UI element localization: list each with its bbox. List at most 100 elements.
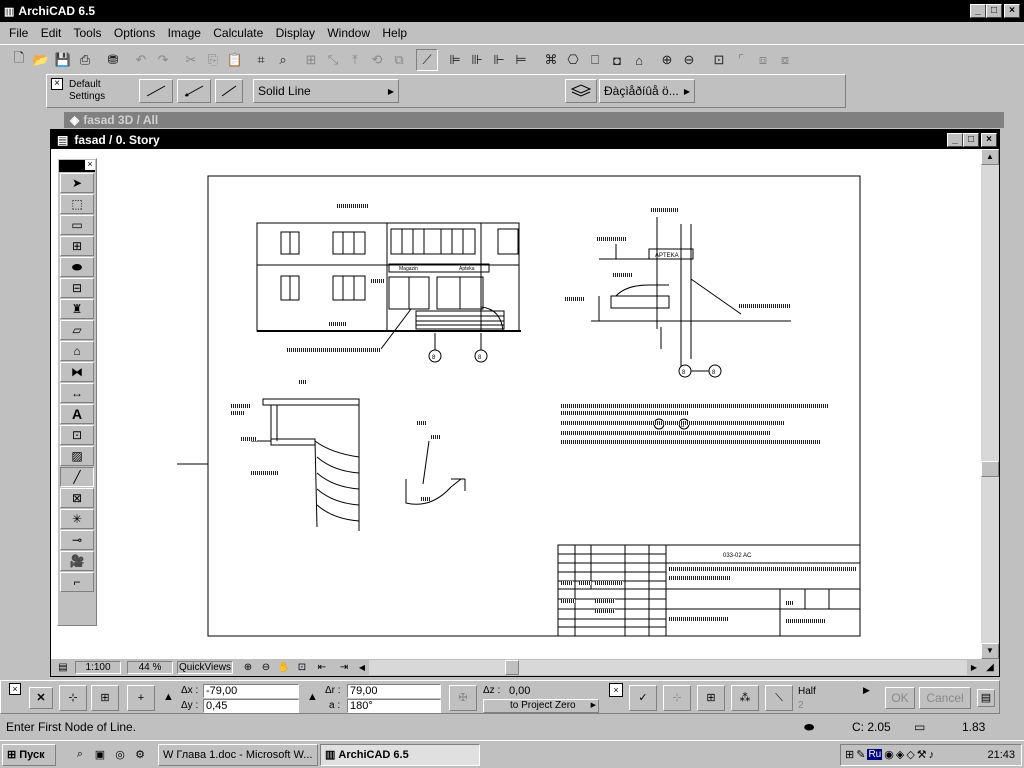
previous-zoom-icon[interactable]: ⇤ [311,662,333,673]
grid-icon[interactable]: ⌗ [250,49,272,71]
doc-minimize-button[interactable]: _ [947,132,963,147]
roof-tool-icon[interactable]: ⌂ [60,341,94,361]
find-icon[interactable]: ⌕ [272,49,294,71]
snap-magic-icon[interactable]: ⁂ [731,685,759,711]
magic-wand-icon[interactable]: ⟋ [416,49,438,71]
dz-value[interactable]: 0,00 [509,685,530,697]
zoom-in-icon[interactable]: ⊕ [239,662,257,673]
menu-file[interactable]: File [9,26,28,40]
scale-field[interactable]: 1:100 [75,661,121,674]
quicklaunch-explorer-icon[interactable]: ⌕ [70,748,90,761]
menu-display[interactable]: Display [276,26,315,40]
ok-button[interactable]: OK [885,687,915,709]
half-snap-icon[interactable]: ⟍ [765,685,793,711]
stair-tool-icon[interactable]: ⌐ [60,572,94,592]
control-box-close-icon[interactable]: × [9,683,21,695]
next-zoom-icon[interactable]: ⇥ [333,662,355,673]
hotspot-tool-icon[interactable]: ✳ [60,509,94,529]
paste-icon[interactable]: 📋 [224,49,246,71]
3d-view-icon[interactable]: ⌘ [540,49,562,71]
drag-icon[interactable]: ⤡ [322,49,344,71]
start-button[interactable]: ⊞ Пуск [2,743,56,766]
ruler-icon[interactable]: ▤ [51,662,75,673]
mesh-tool-icon[interactable]: ⧓ [60,362,94,382]
doc-maximize-button[interactable]: □ [963,132,979,147]
tray-volume-icon[interactable]: ◇ [906,748,914,761]
photo-icon[interactable]: ⌂ [628,49,650,71]
line-type-select[interactable]: Solid Line ▶ [253,79,399,103]
object-tool-icon[interactable]: ♜ [60,299,94,319]
quicklaunch-ie-icon[interactable]: ◎ [110,748,130,761]
scroll-left-icon[interactable]: ◀ [355,663,369,672]
plot-icon[interactable]: ⛃ [102,49,124,71]
open-icon[interactable]: 📂 [30,49,52,71]
close-button[interactable]: × [1004,4,1020,18]
horizontal-scroll-thumb[interactable] [505,660,519,675]
slab-tool-icon[interactable]: ▱ [60,320,94,340]
zoom-field[interactable]: 44 % [127,661,173,674]
quicklaunch-app-icon[interactable]: ⚙ [130,748,150,761]
menu-calculate[interactable]: Calculate [213,26,263,40]
dy-field[interactable]: 0,45 [203,699,299,713]
fit-window-icon[interactable]: ⊡ [708,49,730,71]
minimize-button[interactable]: _ [970,4,986,18]
cancel-button[interactable]: Cancel [919,687,971,709]
doc-close-button[interactable]: × [981,132,997,147]
settings-icon[interactable]: ⧇ [774,49,796,71]
task-archicad[interactable]: ▥ ArchiCAD 6.5 [320,743,480,766]
dr-field[interactable]: 79,00 [347,684,441,698]
dx-field[interactable]: -79,00 [203,684,299,698]
project-zero-select[interactable]: to Project Zero ▶ [483,699,599,713]
tray-sound-icon[interactable]: ♪ [929,749,935,761]
relative-construction-icon[interactable]: ✕ [29,687,53,709]
line-tool-icon[interactable]: ╱ [60,467,94,487]
quickviews-button[interactable]: QuickViews [177,661,233,674]
camera-tool-icon[interactable]: 🎥 [60,551,94,571]
zoom-in-icon[interactable]: ⊕ [656,49,678,71]
undo-icon[interactable]: ↶ [130,49,152,71]
snap-grid-icon[interactable]: ⊞ [697,685,725,711]
snap-close-icon[interactable]: × [609,683,623,697]
fit-in-window-icon[interactable]: ⊡ [293,662,311,673]
label-tool-icon[interactable]: ⊡ [60,425,94,445]
line-geometry-button[interactable] [215,79,243,103]
render-icon[interactable]: ◘ [606,49,628,71]
toolbox-close-icon[interactable]: × [85,160,95,170]
angle-field[interactable]: 180° [347,699,441,713]
text-tool-icon[interactable]: A [60,404,94,424]
menu-help[interactable]: Help [382,26,407,40]
pan-icon[interactable]: ✋ [275,662,293,673]
redo-icon[interactable]: ↷ [152,49,174,71]
mirror-icon[interactable]: ⧉ [388,49,410,71]
cut-icon[interactable]: ✂ [180,49,202,71]
zoom-out-icon[interactable]: ⊖ [257,662,275,673]
layers-icon[interactable]: ⧈ [752,49,774,71]
snap-check-icon[interactable]: ✓ [629,685,657,711]
menu-image[interactable]: Image [168,26,201,40]
snap-point-icon[interactable]: ⊹ [663,685,691,711]
align-left-icon[interactable]: ⊫ [444,49,466,71]
rotate-icon[interactable]: ⟲ [366,49,388,71]
half-chevron-icon[interactable]: ▶ [863,685,870,696]
tray-network-icon[interactable]: ⊞ [845,748,854,761]
scroll-right-icon[interactable]: ▶ [967,663,981,672]
bg-window-title-bar[interactable]: ◈ fasad 3D / All [64,112,1004,128]
copy-icon[interactable]: ⎘ [202,49,224,71]
camera-icon[interactable]: ⎔ [562,49,584,71]
distribute-icon[interactable]: ⊨ [510,49,532,71]
figure-tool-icon[interactable]: ⊠ [60,488,94,508]
construction-grid-icon[interactable]: ⊞ [91,685,119,711]
line-method-button[interactable] [177,79,211,103]
info-box-close-icon[interactable]: × [51,78,63,90]
print-icon[interactable]: ⎙ [74,49,96,71]
toolbox-header[interactable]: × [59,160,95,172]
wall-tool-icon[interactable]: ▭ [60,215,94,235]
scroll-up-icon[interactable]: ▲ [981,149,999,165]
control-box-menu-icon[interactable]: ▤ [977,689,995,707]
default-settings-button[interactable]: Default Settings [69,79,105,103]
tray-disk-icon[interactable]: ◉ [884,748,894,761]
dimension-tool-icon[interactable]: ↔ [60,383,94,403]
menu-window[interactable]: Window [327,26,370,40]
window-tool-icon[interactable]: ⊟ [60,278,94,298]
vertical-scrollbar[interactable]: ▲ ▼ [981,149,999,659]
